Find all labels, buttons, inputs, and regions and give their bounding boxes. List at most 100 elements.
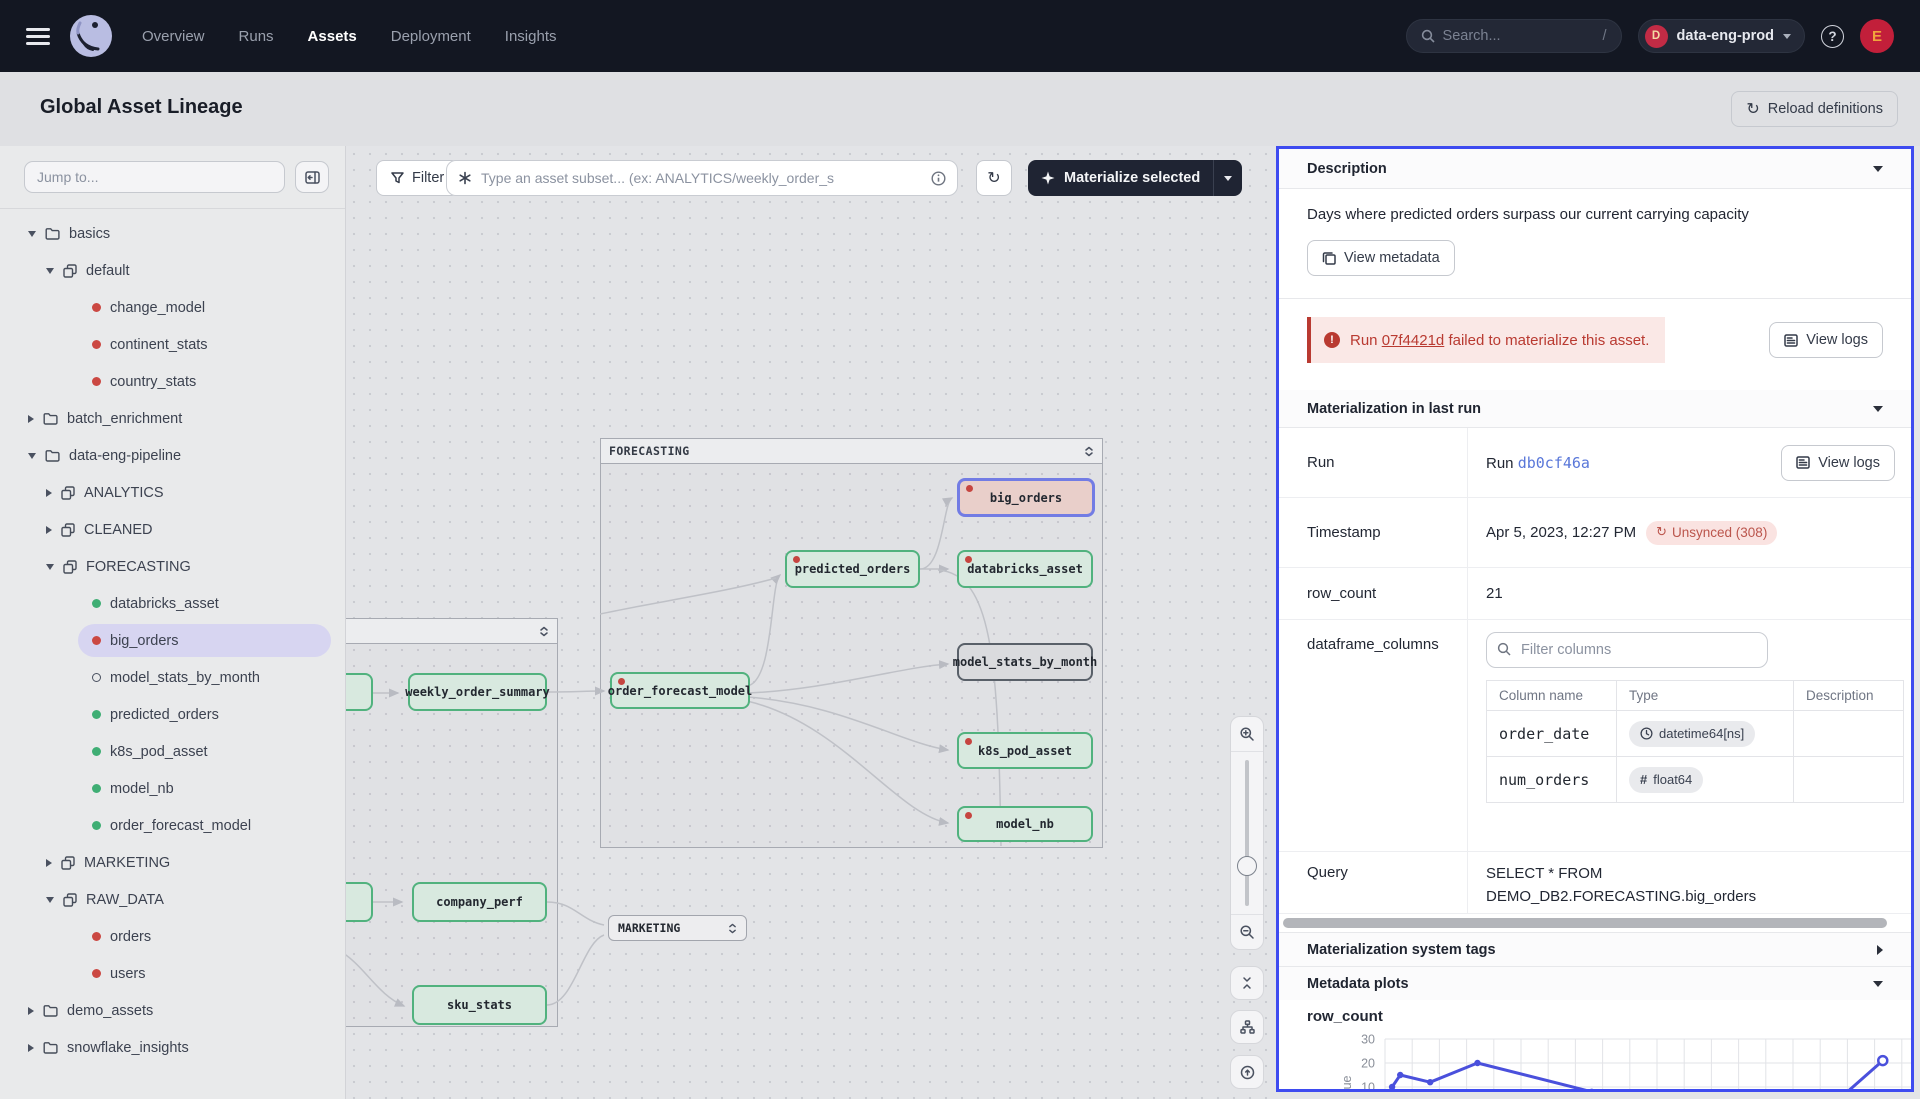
- tree-caret-icon[interactable]: [46, 564, 54, 570]
- dagster-logo-icon[interactable]: [68, 13, 114, 59]
- view-logs-button[interactable]: View logs: [1781, 445, 1895, 481]
- asset-node-cropped[interactable]: [346, 673, 373, 711]
- asset-node-big-orders[interactable]: big_orders: [957, 478, 1095, 517]
- view-metadata-button[interactable]: View metadata: [1307, 240, 1455, 276]
- refresh-graph-button[interactable]: ↻: [976, 160, 1012, 196]
- zoom-in-icon: [1239, 726, 1255, 742]
- svg-text:20: 20: [1361, 1057, 1375, 1071]
- asset-node-company-perf[interactable]: company_perf: [412, 882, 547, 922]
- tree-caret-icon[interactable]: [28, 415, 34, 423]
- sidebar-item-default[interactable]: default: [0, 252, 345, 289]
- sidebar-item-ANALYTICS[interactable]: ANALYTICS: [0, 474, 345, 511]
- zoom-in-button[interactable]: [1231, 717, 1263, 751]
- jump-to-input[interactable]: [24, 161, 285, 193]
- nav-overview[interactable]: Overview: [142, 28, 205, 45]
- description-cell: [1794, 757, 1904, 803]
- sidebar-item-country_stats[interactable]: country_stats: [0, 363, 345, 400]
- avatar[interactable]: E: [1860, 19, 1894, 53]
- global-search-input[interactable]: Search... /: [1406, 19, 1622, 53]
- table-row: num_orders#float64: [1487, 757, 1904, 803]
- fit-view-button[interactable]: [1230, 966, 1264, 1000]
- info-icon[interactable]: [931, 171, 946, 186]
- tree-caret-icon[interactable]: [28, 453, 36, 459]
- sidebar-item-model_nb[interactable]: model_nb: [0, 770, 345, 807]
- tree-caret-icon[interactable]: [46, 526, 52, 534]
- asset-status-dot: [92, 340, 101, 349]
- sidebar-item-snowflake_insights[interactable]: snowflake_insights: [0, 1029, 345, 1066]
- sidebar-item-data-eng-pipeline[interactable]: data-eng-pipeline: [0, 437, 345, 474]
- layout-graph-button[interactable]: [1230, 1010, 1264, 1044]
- sidebar-item-k8s_pod_asset[interactable]: k8s_pod_asset: [0, 733, 345, 770]
- sidebar-item-continent_stats[interactable]: continent_stats: [0, 326, 345, 363]
- tree-caret-icon[interactable]: [46, 489, 52, 497]
- lineage-graph-canvas[interactable]: FORECASTING weekly_ord: [346, 146, 1276, 1099]
- clock-icon: [1640, 727, 1653, 740]
- sidebar-item-change_model[interactable]: change_model: [0, 289, 345, 326]
- asset-node-model-stats-by-month[interactable]: model_stats_by_month: [957, 643, 1093, 681]
- failed-run-link[interactable]: 07f4421d: [1382, 332, 1445, 349]
- nav-insights[interactable]: Insights: [505, 28, 557, 45]
- recenter-button[interactable]: [1230, 1055, 1264, 1089]
- view-logs-button[interactable]: View logs: [1769, 322, 1883, 358]
- tree-caret-icon[interactable]: [46, 859, 52, 867]
- sidebar-item-CLEANED[interactable]: CLEANED: [0, 511, 345, 548]
- plot-title: row_count: [1307, 1008, 1911, 1025]
- scrollbar-thumb[interactable]: [1283, 918, 1887, 928]
- sidebar-item-demo_assets[interactable]: demo_assets: [0, 992, 345, 1029]
- sidebar-item-MARKETING[interactable]: MARKETING: [0, 844, 345, 881]
- hash-icon: #: [1640, 772, 1647, 787]
- sidebar-item-FORECASTING[interactable]: FORECASTING: [0, 548, 345, 585]
- section-metadata-plots[interactable]: Metadata plots: [1279, 966, 1911, 1000]
- nav-deployment[interactable]: Deployment: [391, 28, 471, 45]
- tree-caret-icon[interactable]: [46, 897, 54, 903]
- section-description[interactable]: Description: [1279, 149, 1911, 189]
- timestamp-row: Timestamp Apr 5, 2023, 12:27 PM ↻ Unsync…: [1279, 498, 1911, 568]
- funnel-icon: [391, 172, 404, 184]
- tree-caret-icon[interactable]: [28, 1007, 34, 1015]
- sidebar-item-RAW_DATA[interactable]: RAW_DATA: [0, 881, 345, 918]
- help-icon[interactable]: ?: [1821, 25, 1844, 48]
- zoom-out-button[interactable]: [1231, 915, 1263, 949]
- sidebar-item-basics[interactable]: basics: [0, 215, 345, 252]
- log-document-icon: [1796, 456, 1810, 469]
- reload-definitions-button[interactable]: ↻ Reload definitions: [1731, 91, 1898, 127]
- sidebar-item-users[interactable]: users: [0, 955, 345, 992]
- asset-node-weekly-order-summary[interactable]: weekly_order_summary: [408, 673, 547, 711]
- sidebar-item-orders[interactable]: orders: [0, 918, 345, 955]
- asset-node-order-forecast-model[interactable]: order_forecast_model: [610, 672, 750, 709]
- asset-node-cropped[interactable]: [346, 882, 373, 922]
- asset-node-sku-stats[interactable]: sku_stats: [412, 985, 547, 1025]
- materialize-selected-button[interactable]: Materialize selected: [1028, 160, 1242, 196]
- filter-columns-input[interactable]: [1486, 632, 1768, 668]
- failed-dot-icon: [965, 738, 972, 745]
- section-system-tags[interactable]: Materialization system tags: [1279, 932, 1911, 966]
- materialize-star-icon: [1041, 171, 1055, 185]
- sidebar-item-big_orders[interactable]: big_orders: [78, 624, 331, 657]
- zoom-slider[interactable]: [1231, 751, 1263, 915]
- tree-caret-icon[interactable]: [28, 231, 36, 237]
- run-id-link[interactable]: db0cf46a: [1518, 454, 1590, 472]
- asset-node-model-nb[interactable]: model_nb: [957, 806, 1093, 842]
- collapsed-group-marketing[interactable]: MARKETING: [608, 915, 747, 941]
- asset-subset-input[interactable]: Type an asset subset... (ex: ANALYTICS/w…: [446, 160, 958, 196]
- layers-icon: [61, 486, 75, 500]
- hamburger-menu-icon[interactable]: [26, 28, 50, 45]
- sidebar-item-model_stats_by_month[interactable]: model_stats_by_month: [0, 659, 345, 696]
- tree-caret-icon[interactable]: [46, 268, 54, 274]
- section-materialization[interactable]: Materialization in last run: [1279, 390, 1911, 428]
- asset-details-panel: Description Days where predicted orders …: [1276, 146, 1914, 1092]
- zoom-slider-handle[interactable]: [1237, 856, 1257, 876]
- deployment-switcher[interactable]: D data-eng-prod: [1638, 19, 1805, 53]
- tree-caret-icon[interactable]: [28, 1044, 34, 1052]
- nav-assets[interactable]: Assets: [308, 28, 357, 45]
- asset-node-databricks-asset[interactable]: databricks_asset: [957, 550, 1093, 588]
- nav-runs[interactable]: Runs: [239, 28, 274, 45]
- materialize-options-caret[interactable]: [1214, 160, 1242, 196]
- sidebar-item-order_forecast_model[interactable]: order_forecast_model: [0, 807, 345, 844]
- sidebar-item-batch_enrichment[interactable]: batch_enrichment: [0, 400, 345, 437]
- asset-node-k8s-pod-asset[interactable]: k8s_pod_asset: [957, 732, 1093, 769]
- collapse-sidebar-button[interactable]: [295, 161, 329, 193]
- sidebar-item-databricks_asset[interactable]: databricks_asset: [0, 585, 345, 622]
- asset-node-predicted-orders[interactable]: predicted_orders: [785, 550, 920, 588]
- sidebar-item-predicted_orders[interactable]: predicted_orders: [0, 696, 345, 733]
